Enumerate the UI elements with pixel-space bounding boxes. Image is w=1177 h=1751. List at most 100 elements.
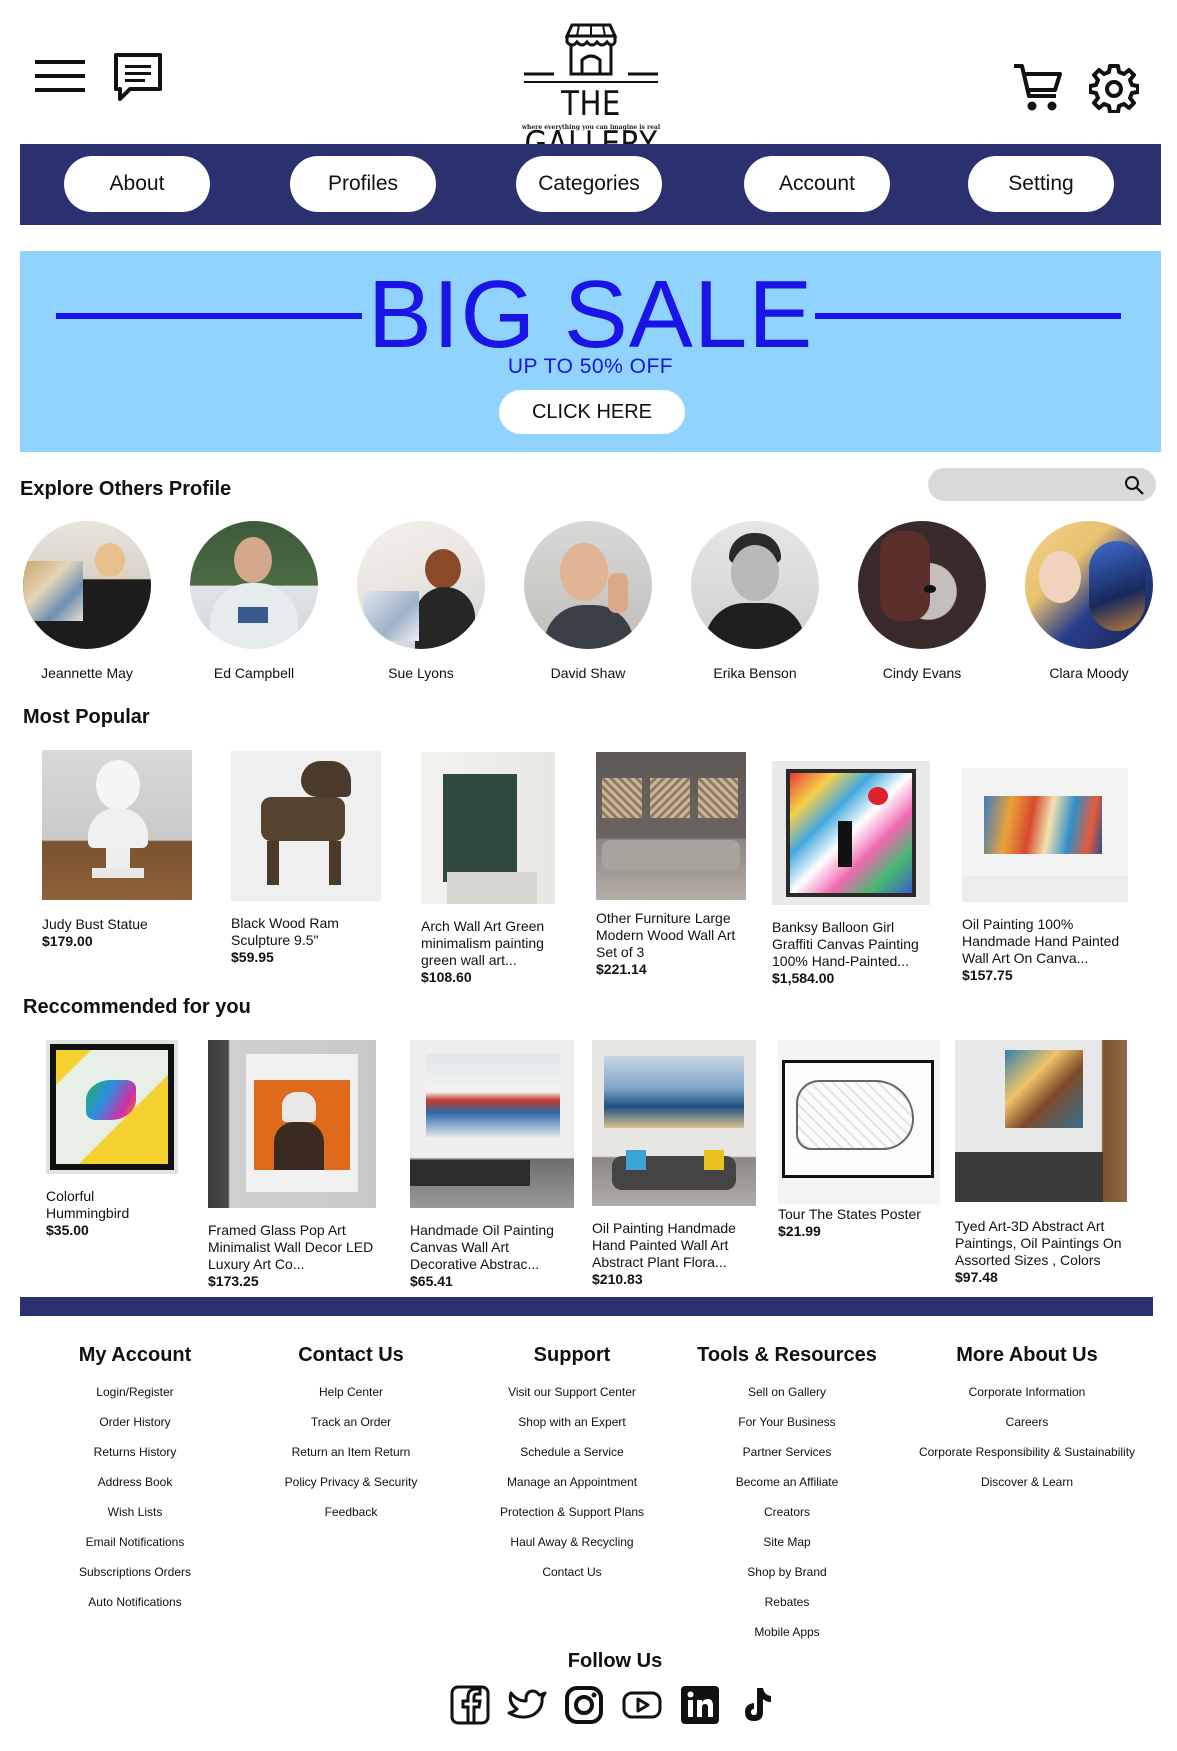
footer-link[interactable]: Contact Us <box>467 1557 677 1587</box>
product-card[interactable]: Oil Painting 100% Handmade Hand Painted … <box>962 768 1142 984</box>
profile-card[interactable]: Erika Benson <box>675 521 835 681</box>
product-card[interactable]: Tyed Art-3D Abstract Art Paintings, Oil … <box>955 1040 1145 1286</box>
footer-link[interactable]: Address Book <box>30 1467 240 1497</box>
footer-link[interactable]: Manage an Appointment <box>467 1467 677 1497</box>
youtube-icon[interactable] <box>622 1685 662 1725</box>
footer-link[interactable]: Subscriptions Orders <box>30 1557 240 1587</box>
footer-link[interactable]: Corporate Information <box>897 1377 1157 1407</box>
product-title: Oil Painting Handmade Hand Painted Wall … <box>592 1220 736 1270</box>
footer-link[interactable]: Track an Order <box>246 1407 456 1437</box>
profile-name: Erika Benson <box>713 665 797 681</box>
footer-link[interactable]: Feedback <box>246 1497 456 1527</box>
nav-setting[interactable]: Setting <box>968 156 1114 212</box>
search-box[interactable] <box>928 468 1156 501</box>
footer-link[interactable]: Mobile Apps <box>682 1617 892 1647</box>
product-price: $59.95 <box>231 949 274 965</box>
instagram-icon[interactable] <box>564 1685 604 1725</box>
profile-card[interactable]: Clara Moody <box>1009 521 1169 681</box>
menu-icon[interactable] <box>34 58 86 94</box>
facebook-icon[interactable] <box>450 1685 490 1725</box>
footer-link[interactable]: Wish Lists <box>30 1497 240 1527</box>
banner-title: BIG SALE <box>367 261 814 368</box>
product-card[interactable]: Judy Bust Statue $179.00 <box>42 750 202 950</box>
footer-link[interactable]: Protection & Support Plans <box>467 1497 677 1527</box>
tiktok-icon[interactable] <box>737 1685 777 1725</box>
gear-icon[interactable] <box>1088 62 1140 114</box>
search-input[interactable] <box>940 474 1120 496</box>
footer-col-support: Support Visit our Support Center Shop wi… <box>467 1344 677 1587</box>
footer-link[interactable]: Corporate Responsibility & Sustainabilit… <box>897 1437 1157 1467</box>
linkedin-icon[interactable] <box>680 1685 720 1725</box>
footer-col-more-about-us: More About Us Corporate Information Care… <box>897 1344 1157 1497</box>
product-card[interactable]: Oil Painting Handmade Hand Painted Wall … <box>592 1040 772 1288</box>
footer-link[interactable]: For Your Business <box>682 1407 892 1437</box>
product-card[interactable]: Banksy Balloon Girl Graffiti Canvas Pain… <box>772 761 932 987</box>
nav-account[interactable]: Account <box>744 156 890 212</box>
product-image <box>592 1040 756 1206</box>
product-price: $221.14 <box>596 961 647 977</box>
main-nav: About Profiles Categories Account Settin… <box>20 144 1161 225</box>
cart-icon[interactable] <box>1012 62 1064 114</box>
avatar <box>357 521 485 649</box>
footer-link[interactable]: Haul Away & Recycling <box>467 1527 677 1557</box>
twitter-icon[interactable] <box>507 1685 547 1725</box>
footer-link[interactable]: Help Center <box>246 1377 456 1407</box>
footer-link[interactable]: Creators <box>682 1497 892 1527</box>
footer-link[interactable]: Site Map <box>682 1527 892 1557</box>
product-card[interactable]: Framed Glass Pop Art Minimalist Wall Dec… <box>208 1040 388 1290</box>
footer-link[interactable]: Policy Privacy & Security <box>246 1467 456 1497</box>
footer-link[interactable]: Email Notifications <box>30 1527 240 1557</box>
footer-link[interactable]: Partner Services <box>682 1437 892 1467</box>
profile-card[interactable]: Ed Campbell <box>174 521 334 681</box>
recommended-title: Reccommended for you <box>23 996 251 1018</box>
product-card[interactable]: Tour The States Poster $21.99 <box>778 1040 948 1240</box>
footer-link[interactable]: Shop by Brand <box>682 1557 892 1587</box>
profile-name: Sue Lyons <box>388 665 454 681</box>
avatar <box>190 521 318 649</box>
chat-icon[interactable] <box>112 52 164 102</box>
product-price: $173.25 <box>208 1273 259 1289</box>
product-title: Black Wood Ram Sculpture 9.5" <box>231 915 339 948</box>
product-card[interactable]: Black Wood Ram Sculpture 9.5" $59.95 <box>231 751 391 966</box>
product-price: $210.83 <box>592 1271 643 1287</box>
profile-card[interactable]: David Shaw <box>508 521 668 681</box>
site-logo[interactable]: THE GALLERY where everything you can ima… <box>484 22 698 164</box>
footer-link[interactable]: Order History <box>30 1407 240 1437</box>
footer-link[interactable]: Become an Affiliate <box>682 1467 892 1497</box>
product-card[interactable]: Colorful Hummingbird $35.00 <box>46 1040 196 1239</box>
footer-link[interactable]: Discover & Learn <box>897 1467 1157 1497</box>
product-price: $157.75 <box>962 967 1013 983</box>
product-card[interactable]: Other Furniture Large Modern Wood Wall A… <box>596 752 756 978</box>
footer-link[interactable]: Auto Notifications <box>30 1587 240 1617</box>
nav-categories[interactable]: Categories <box>516 156 662 212</box>
avatar <box>524 521 652 649</box>
footer-link[interactable]: Visit our Support Center <box>467 1377 677 1407</box>
product-title: Colorful Hummingbird <box>46 1188 130 1221</box>
footer-link[interactable]: Careers <box>897 1407 1157 1437</box>
product-image <box>772 761 930 905</box>
footer-link[interactable]: Login/Register <box>30 1377 240 1407</box>
product-image <box>955 1040 1127 1202</box>
profile-name: Jeannette May <box>41 665 133 681</box>
nav-about[interactable]: About <box>64 156 210 212</box>
product-title: Tyed Art-3D Abstract Art Paintings, Oil … <box>955 1218 1122 1268</box>
profile-card[interactable]: Sue Lyons <box>341 521 501 681</box>
nav-profiles[interactable]: Profiles <box>290 156 436 212</box>
footer-link[interactable]: Schedule a Service <box>467 1437 677 1467</box>
footer-link[interactable]: Return an Item Return <box>246 1437 456 1467</box>
footer-link[interactable]: Sell on Gallery <box>682 1377 892 1407</box>
profile-card[interactable]: Jeannette May <box>7 521 167 681</box>
banner-subtitle: UP TO 50% OFF <box>507 355 674 378</box>
profile-card[interactable]: Cindy Evans <box>842 521 1002 681</box>
product-title: Banksy Balloon Girl Graffiti Canvas Pain… <box>772 919 919 969</box>
footer-link[interactable]: Rebates <box>682 1587 892 1617</box>
search-icon[interactable] <box>1124 475 1144 495</box>
product-title: Oil Painting 100% Handmade Hand Painted … <box>962 916 1120 966</box>
product-card[interactable]: Arch Wall Art Green minimalism painting … <box>421 752 581 986</box>
product-card[interactable]: Handmade Oil Painting Canvas Wall Art De… <box>410 1040 580 1290</box>
footer-col-title: More About Us <box>956 1344 1098 1366</box>
footer-link[interactable]: Returns History <box>30 1437 240 1467</box>
product-image <box>421 752 555 904</box>
footer-link[interactable]: Shop with an Expert <box>467 1407 677 1437</box>
banner-cta-button[interactable]: CLICK HERE <box>499 390 685 434</box>
